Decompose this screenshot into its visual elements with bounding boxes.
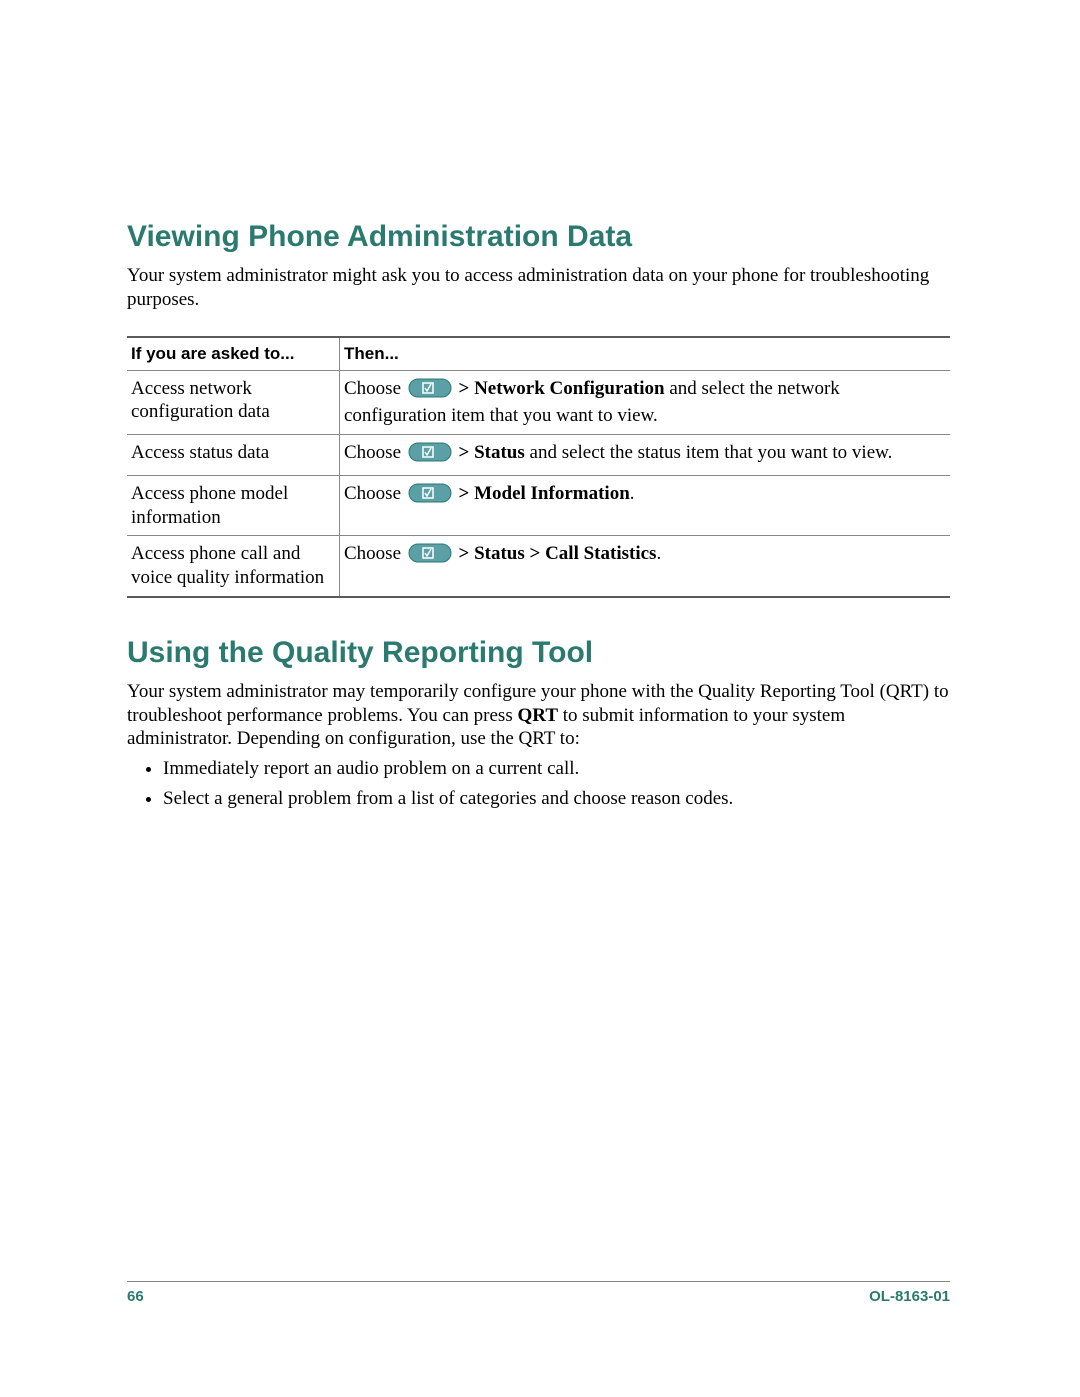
then-suffix: . xyxy=(656,543,661,564)
table-row: Access phone call and voice quality info… xyxy=(127,536,950,597)
then-prefix: Choose xyxy=(344,442,406,463)
cell-asked: Access phone call and voice quality info… xyxy=(127,536,340,597)
admin-data-table: If you are asked to... Then... Access ne… xyxy=(127,336,950,598)
qrt-intro-bold: QRT xyxy=(517,705,558,726)
then-prefix: Choose xyxy=(344,543,406,564)
then-prefix: Choose xyxy=(344,378,406,399)
page-footer: 66 OL-8163-01 xyxy=(127,1281,950,1305)
cell-then: Choose > Status > Call Statistics. xyxy=(340,536,951,597)
settings-button-icon xyxy=(408,442,452,469)
cell-asked: Access network configuration data xyxy=(127,370,340,435)
section1-intro: Your system administrator might ask you … xyxy=(127,264,950,312)
cell-asked: Access phone model information xyxy=(127,475,340,536)
list-item: Select a general problem from a list of … xyxy=(163,785,950,813)
then-bold: > Network Configuration xyxy=(454,378,665,399)
settings-button-icon xyxy=(408,483,452,510)
table-header-then: Then... xyxy=(340,337,951,371)
section-heading-qrt: Using the Quality Reporting Tool xyxy=(127,636,950,670)
cell-asked: Access status data xyxy=(127,435,340,476)
page-number: 66 xyxy=(127,1288,144,1305)
section2-intro: Your system administrator may temporaril… xyxy=(127,680,950,751)
then-bold: > Status xyxy=(454,442,525,463)
then-bold: > Model Information xyxy=(454,483,630,504)
settings-button-icon xyxy=(408,378,452,405)
then-prefix: Choose xyxy=(344,483,406,504)
table-row: Access network configuration data Choose… xyxy=(127,370,950,435)
cell-then: Choose > Network Configuration and selec… xyxy=(340,370,951,435)
document-page: Viewing Phone Administration Data Your s… xyxy=(0,0,1080,1397)
document-id: OL-8163-01 xyxy=(869,1288,950,1305)
qrt-bullet-list: Immediately report an audio problem on a… xyxy=(127,755,950,812)
then-suffix: and select the status item that you want… xyxy=(525,442,893,463)
table-header-asked: If you are asked to... xyxy=(127,337,340,371)
cell-then: Choose > Model Information. xyxy=(340,475,951,536)
table-row: Access phone model information Choose > … xyxy=(127,475,950,536)
table-row: Access status data Choose > Status and s… xyxy=(127,435,950,476)
section-heading-admin-data: Viewing Phone Administration Data xyxy=(127,220,950,254)
then-suffix: . xyxy=(630,483,635,504)
cell-then: Choose > Status and select the status it… xyxy=(340,435,951,476)
list-item: Immediately report an audio problem on a… xyxy=(163,755,950,783)
settings-button-icon xyxy=(408,543,452,570)
then-bold: > Status > Call Statistics xyxy=(454,543,657,564)
